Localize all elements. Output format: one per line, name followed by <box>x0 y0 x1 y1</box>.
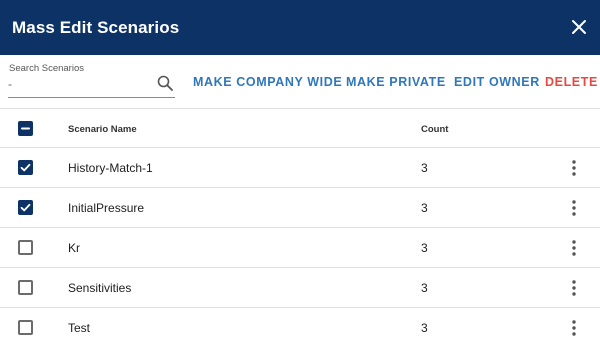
row-checkbox[interactable] <box>18 240 33 255</box>
make-company-wide-button[interactable]: MAKE COMPANY WIDE <box>193 75 342 89</box>
delete-button[interactable]: DELETE <box>545 75 598 89</box>
more-vert-icon[interactable] <box>569 239 579 257</box>
edit-owner-button[interactable]: EDIT OWNER <box>454 75 540 89</box>
select-all-checkbox[interactable] <box>18 121 33 136</box>
search-icon[interactable] <box>157 75 173 91</box>
check-icon <box>20 163 31 172</box>
more-vert-icon[interactable] <box>569 159 579 177</box>
scenario-name: InitialPressure <box>68 201 145 215</box>
column-header-name[interactable]: Scenario Name <box>68 124 137 135</box>
scenario-table: Scenario Name Count History-Match-1 3 In… <box>0 108 600 346</box>
row-checkbox[interactable] <box>18 320 33 335</box>
check-icon <box>20 203 31 212</box>
close-icon[interactable] <box>570 18 588 36</box>
search-underline <box>8 97 175 98</box>
more-vert-icon[interactable] <box>569 199 579 217</box>
table-row[interactable]: History-Match-1 3 <box>0 148 600 188</box>
search-label: Search Scenarios <box>9 63 84 74</box>
scenario-name: History-Match-1 <box>68 161 153 175</box>
table-row[interactable]: Test 3 <box>0 308 600 346</box>
toolbar: Search Scenarios MAKE COMPANY WIDE MAKE … <box>0 55 600 108</box>
minus-icon <box>21 127 30 130</box>
scenario-name: Sensitivities <box>68 281 132 295</box>
row-checkbox[interactable] <box>18 160 33 175</box>
table-row[interactable]: Kr 3 <box>0 228 600 268</box>
scenario-count: 3 <box>421 161 428 175</box>
table-row[interactable]: InitialPressure 3 <box>0 188 600 228</box>
dialog-title: Mass Edit Scenarios <box>12 17 180 37</box>
scenario-count: 3 <box>421 201 428 215</box>
column-header-count[interactable]: Count <box>421 124 448 135</box>
table-header-row: Scenario Name Count <box>0 108 600 148</box>
table-row[interactable]: Sensitivities 3 <box>0 268 600 308</box>
row-checkbox[interactable] <box>18 200 33 215</box>
more-vert-icon[interactable] <box>569 279 579 297</box>
scenario-name: Test <box>68 321 91 335</box>
dialog-header: Mass Edit Scenarios <box>0 0 600 55</box>
scenario-count: 3 <box>421 321 428 335</box>
row-checkbox[interactable] <box>18 280 33 295</box>
scenario-name: Kr <box>68 241 80 255</box>
search-input[interactable] <box>8 76 153 92</box>
scenario-count: 3 <box>421 241 428 255</box>
scenario-count: 3 <box>421 281 428 295</box>
make-private-button[interactable]: MAKE PRIVATE <box>346 75 446 89</box>
more-vert-icon[interactable] <box>569 319 579 337</box>
